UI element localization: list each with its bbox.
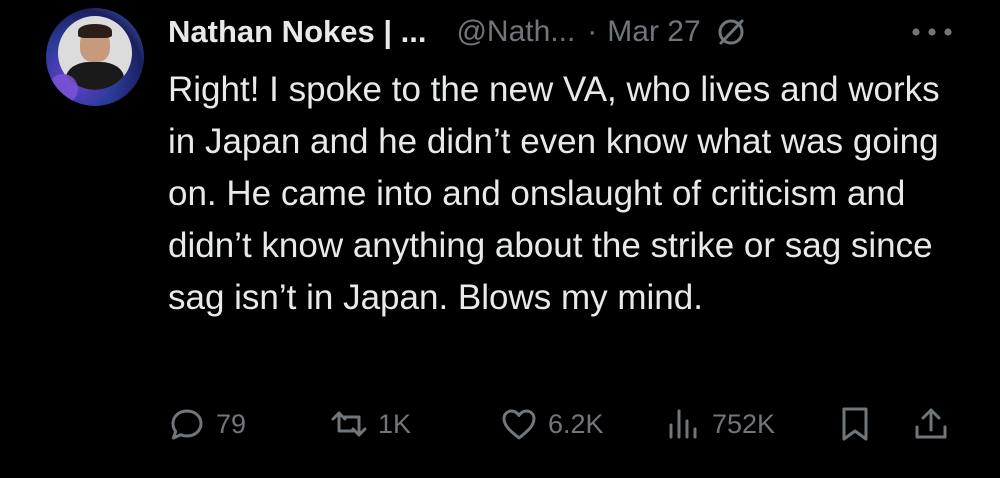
share-upload-icon — [912, 405, 950, 443]
bookmark-button[interactable] — [836, 396, 874, 452]
bookmark-icon — [836, 405, 874, 443]
more-horizontal-icon[interactable] — [910, 20, 954, 44]
retweet-arrows-icon — [330, 405, 368, 443]
retweet-count: 1K — [378, 408, 412, 439]
reply-button[interactable]: 79 — [168, 396, 246, 452]
views-button[interactable]: 752K — [664, 396, 775, 452]
speech-bubble-icon — [168, 405, 206, 443]
author-name[interactable]: Nathan Nokes | ... — [168, 14, 426, 50]
tweet-actions: 79 1K 6.2K 752K — [0, 396, 1000, 452]
reply-count: 79 — [216, 408, 247, 439]
retweet-button[interactable]: 1K — [330, 396, 411, 452]
views-count: 752K — [712, 408, 776, 439]
tweet-text: Right! I spoke to the new VA, who lives … — [168, 70, 940, 317]
like-count: 6.2K — [548, 408, 604, 439]
share-button[interactable] — [912, 396, 950, 452]
grok-slash-circle-icon[interactable] — [715, 16, 747, 48]
bar-chart-icon — [664, 405, 702, 443]
like-button[interactable]: 6.2K — [500, 396, 604, 452]
avatar[interactable] — [46, 8, 144, 106]
heart-icon — [500, 405, 538, 443]
tweet-header: Nathan Nokes | ... @Nath... · Mar 27 — [168, 10, 747, 54]
tweet-date[interactable]: Mar 27 — [607, 15, 700, 49]
tweet: Nathan Nokes | ... @Nath... · Mar 27 Rig… — [0, 0, 1000, 478]
separator-dot: · — [587, 15, 598, 48]
author-handle[interactable]: @Nath... — [456, 15, 575, 49]
avatar-frame-decoration — [48, 74, 78, 104]
